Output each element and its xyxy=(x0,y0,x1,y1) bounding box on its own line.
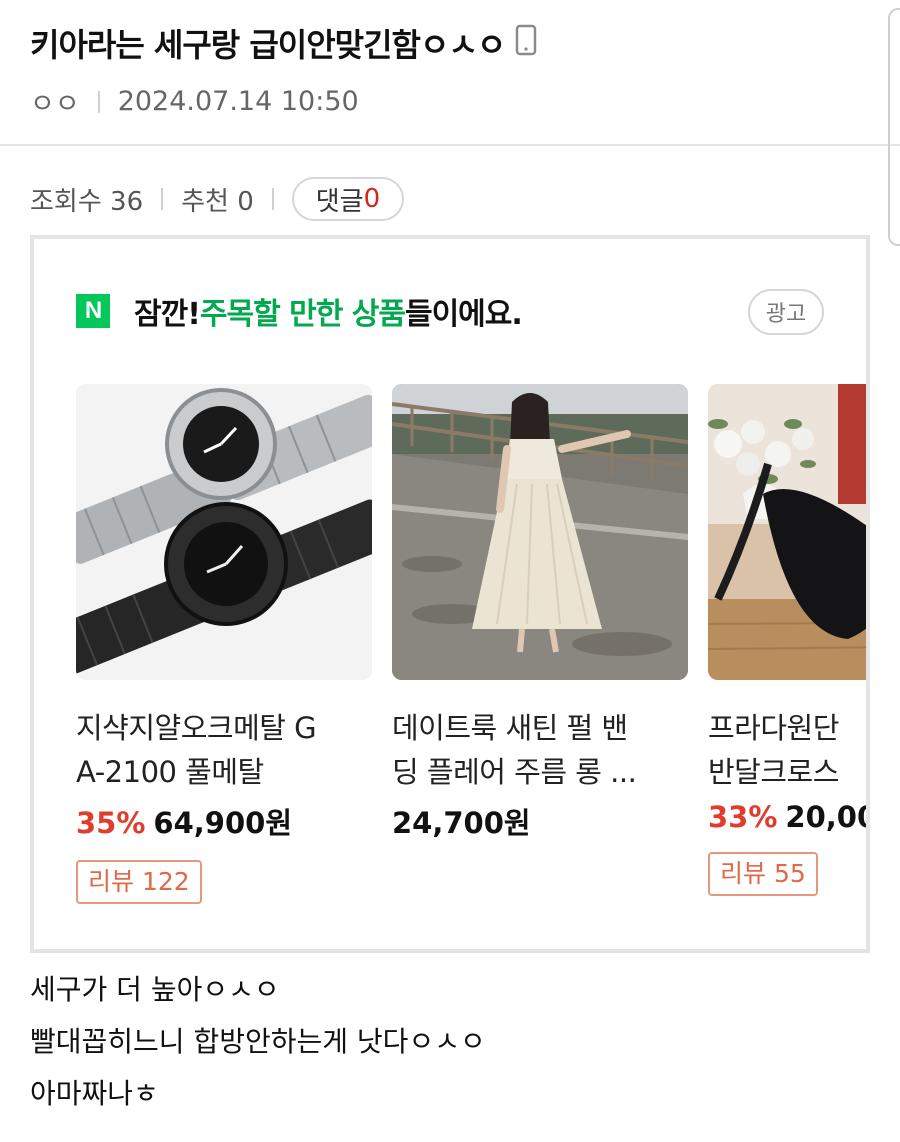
ad-badge[interactable]: 광고 xyxy=(748,289,824,335)
ad-heading-post: 들이에요. xyxy=(404,297,523,332)
product-price: 20,00 xyxy=(785,800,870,834)
post-body-line: 빨대꼽히느니 합방안하는게 낫다ㅇㅅㅇ xyxy=(30,1025,486,1058)
stats-divider xyxy=(161,188,164,210)
post-header: 키아라는 세구랑 급이안맞긴함ㅇㅅㅇ ㅇㅇ 2024.07.14 10:50 xyxy=(0,0,900,146)
product-name[interactable]: 지샥지얄오크메탈 G A-2100 풀메탈 xyxy=(76,706,368,794)
comment-button[interactable]: 댓글 0 xyxy=(291,177,405,221)
product-name[interactable]: 프라다원단 반달크로스 xyxy=(708,706,866,794)
ad-product-carousel: N 잠깐! 주목할 만한 상품 들이에요. 광고 지샥지얄오크메탈 G A-21… xyxy=(30,235,870,953)
review-badge: 리뷰 55 xyxy=(708,852,818,896)
post-datetime: 2024.07.14 10:50 xyxy=(117,86,359,117)
review-badge: 리뷰 122 xyxy=(76,860,202,904)
post-body-line: 아마짜나ㅎ xyxy=(30,1077,159,1110)
comment-count: 0 xyxy=(363,184,381,214)
product-card[interactable]: 지샥지얄오크메탈 G A-2100 풀메탈 35% 64,900원 리뷰 122 xyxy=(76,384,372,924)
discount-rate: 33% xyxy=(708,800,778,834)
post-stats: 조회수 36 추천 0 댓글 0 xyxy=(30,176,405,222)
price-row: 35% 64,900원 xyxy=(76,800,372,842)
ad-heading-highlight: 주목할 만한 상품 xyxy=(199,297,406,332)
product-card[interactable]: 데이트룩 새틴 펄 밴 딩 플레어 주름 롱 ... 24,700원 xyxy=(392,384,688,924)
post-title-text: 키아라는 세구랑 급이안맞긴함ㅇㅅㅇ xyxy=(30,26,506,64)
stats-divider xyxy=(271,188,274,210)
product-name[interactable]: 데이트룩 새틴 펄 밴 딩 플레어 주름 롱 ... xyxy=(392,706,684,794)
dress-image[interactable] xyxy=(392,384,688,680)
recommend-count: 추천 0 xyxy=(181,186,254,217)
discount-rate: 35% xyxy=(76,806,146,840)
naver-logo-icon: N xyxy=(76,294,110,328)
ad-heading-pre: 잠깐! xyxy=(134,297,201,332)
watch-image[interactable] xyxy=(76,384,372,680)
product-name-line: 지샥지얄오크메탈 G xyxy=(76,711,317,745)
mobile-phone-icon xyxy=(515,24,537,64)
product-name-line: 프라다원단 xyxy=(708,711,839,745)
product-name-line: 반달크로스 xyxy=(708,755,839,789)
price-row: 33% 20,00 xyxy=(708,800,870,834)
product-name-line: 딩 플레어 주름 롱 ... xyxy=(392,755,637,789)
view-count: 조회수 36 xyxy=(30,186,144,217)
post-body-line: 세구가 더 높아ㅇㅅㅇ xyxy=(30,973,280,1006)
author-name[interactable]: ㅇㅇ xyxy=(30,82,80,121)
product-name-line: A-2100 풀메탈 xyxy=(76,755,264,789)
bag-image[interactable] xyxy=(708,384,866,680)
post-body: 세구가 더 높아ㅇㅅㅇ 빨대꼽히느니 합방안하는게 낫다ㅇㅅㅇ 아마짜나ㅎ xyxy=(30,964,486,1120)
post-meta: ㅇㅇ 2024.07.14 10:50 xyxy=(30,82,359,121)
side-scroll-handle[interactable] xyxy=(888,8,900,246)
product-name-line: 데이트룩 새틴 펄 밴 xyxy=(392,711,628,745)
price-row: 24,700원 xyxy=(392,800,688,842)
product-card[interactable]: 프라다원단 반달크로스 33% 20,00 리뷰 55 xyxy=(708,384,870,924)
post-title[interactable]: 키아라는 세구랑 급이안맞긴함ㅇㅅㅇ xyxy=(30,20,537,66)
ad-heading: N 잠깐! 주목할 만한 상품 들이에요. xyxy=(76,289,523,333)
product-list[interactable]: 지샥지얄오크메탈 G A-2100 풀메탈 35%64,900원 리뷰 122 xyxy=(76,384,870,924)
comment-label: 댓글 xyxy=(315,186,364,217)
product-price: 24,700원 xyxy=(392,806,531,840)
meta-divider xyxy=(97,90,100,113)
product-price: 64,900원 xyxy=(153,806,293,840)
